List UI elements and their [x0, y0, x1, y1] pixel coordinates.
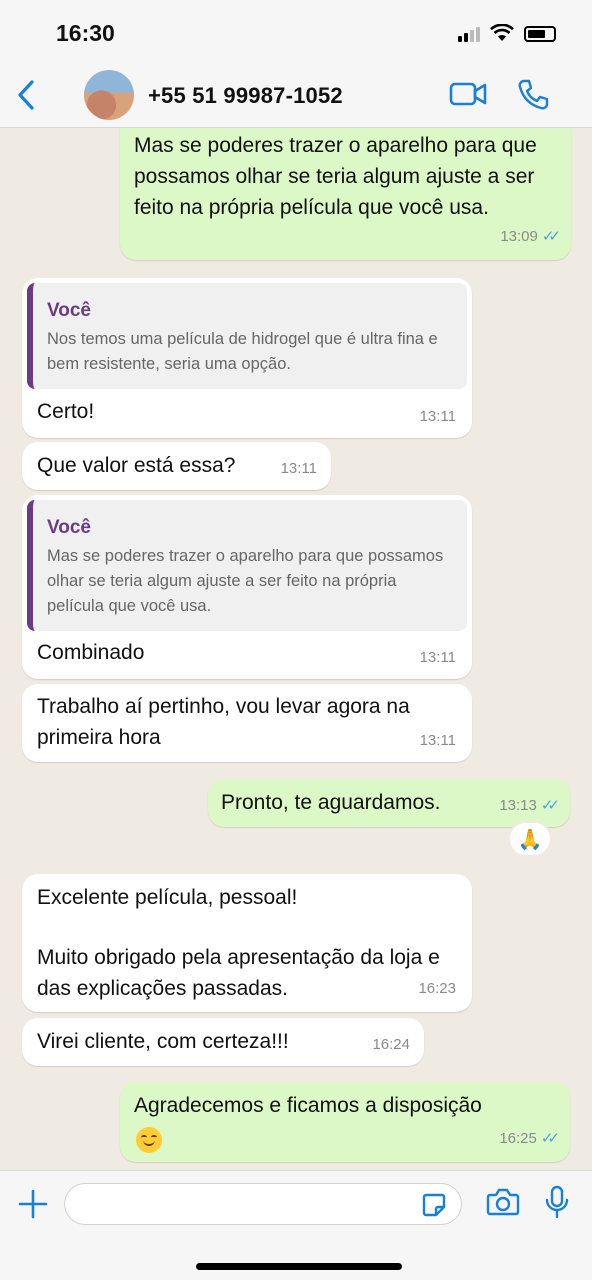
status-time: 16:30 [56, 20, 115, 46]
message-text: Certo! [37, 400, 95, 423]
cellular-signal-icon [458, 27, 480, 42]
message-bubble-outgoing[interactable]: Agradecemos e ficamos a disposição 16:25… [120, 1082, 570, 1162]
message-bubble-incoming[interactable]: Excelente película, pessoal! Muito obrig… [22, 874, 472, 1012]
message-text: Agradecemos e ficamos a disposição [134, 1094, 482, 1117]
smiling-face-emoji [136, 1124, 162, 1155]
message-input[interactable] [64, 1183, 462, 1225]
message-bubble-incoming[interactable]: Você Mas se poderes trazer o aparelho pa… [22, 495, 472, 679]
message-text: Virei cliente, com certeza!!! [37, 1030, 289, 1053]
message-text: Combinado [37, 641, 145, 664]
time-label: 13:09 [500, 228, 538, 245]
message-text-line-2: Muito obrigado pela apresentação da loja… [37, 946, 440, 1000]
message-bubble-incoming[interactable]: Virei cliente, com certeza!!! 16:24 [22, 1018, 424, 1066]
quoted-message[interactable]: Você Mas se poderes trazer o aparelho pa… [27, 500, 467, 631]
contact-name[interactable]: +55 51 99987-1052 [148, 83, 343, 109]
message-time: 16:24 [372, 1036, 410, 1053]
video-call-icon[interactable] [448, 78, 488, 110]
quote-author: Você [47, 517, 92, 538]
contact-avatar[interactable] [84, 70, 134, 120]
plus-icon[interactable] [18, 1189, 48, 1219]
chat-header: 16:30 +55 51 99987-1052 [0, 0, 592, 128]
double-check-icon: ✓✓ [541, 228, 561, 245]
message-time: 13:13 ✓✓ [499, 790, 560, 821]
back-chevron-icon[interactable] [14, 78, 40, 112]
quote-text: Mas se poderes trazer o aparelho para qu… [47, 547, 444, 615]
quoted-message[interactable]: Você Nos temos uma película de hidrogel … [27, 283, 467, 389]
message-time: 13:11 [419, 732, 456, 749]
message-bubble-incoming[interactable]: Que valor está essa? 13:11 [22, 442, 331, 490]
message-time: 16:23 [418, 980, 456, 997]
message-time: 13:09 ✓✓ [500, 221, 561, 252]
message-bubble-incoming[interactable]: Trabalho aí pertinho, vou levar agora na… [22, 684, 472, 762]
wifi-icon [490, 24, 514, 41]
double-check-icon: ✓✓ [540, 1130, 560, 1147]
quote-author: Você [47, 300, 92, 321]
composer-bar [0, 1170, 592, 1280]
sticker-icon[interactable] [421, 1192, 447, 1218]
message-text: Que valor está essa? [37, 454, 236, 477]
message-time: 16:25 ✓✓ [499, 1123, 560, 1154]
message-time: 13:11 [419, 408, 456, 425]
message-time: 13:11 [280, 460, 317, 477]
phone-icon[interactable] [516, 78, 550, 112]
message-time: 13:11 [419, 649, 456, 666]
message-bubble-outgoing[interactable]: Mas se poderes trazer o aparelho para qu… [120, 128, 571, 260]
message-text: Pronto, te aguardamos. [221, 791, 441, 814]
message-text: Trabalho aí pertinho, vou levar agora na… [37, 695, 410, 749]
message-text-line-1: Excelente película, pessoal! [37, 886, 298, 909]
battery-icon [524, 26, 556, 42]
message-bubble-outgoing[interactable]: Pronto, te aguardamos. 13:13 ✓✓ [208, 779, 570, 827]
microphone-icon[interactable] [544, 1185, 570, 1219]
message-text: Mas se poderes trazer o aparelho para qu… [134, 134, 537, 219]
double-check-icon: ✓✓ [540, 797, 560, 814]
quote-text: Nos temos uma película de hidrogel que é… [47, 330, 438, 373]
time-label: 13:13 [499, 797, 537, 814]
camera-icon[interactable] [486, 1187, 520, 1217]
reaction-badge[interactable]: 🙏 [508, 821, 552, 857]
home-indicator [196, 1263, 402, 1270]
message-bubble-incoming[interactable]: Você Nos temos uma película de hidrogel … [22, 278, 472, 438]
status-icons [458, 24, 556, 42]
time-label: 16:25 [499, 1130, 537, 1147]
chat-area[interactable]: Mas se poderes trazer o aparelho para qu… [0, 128, 592, 1170]
